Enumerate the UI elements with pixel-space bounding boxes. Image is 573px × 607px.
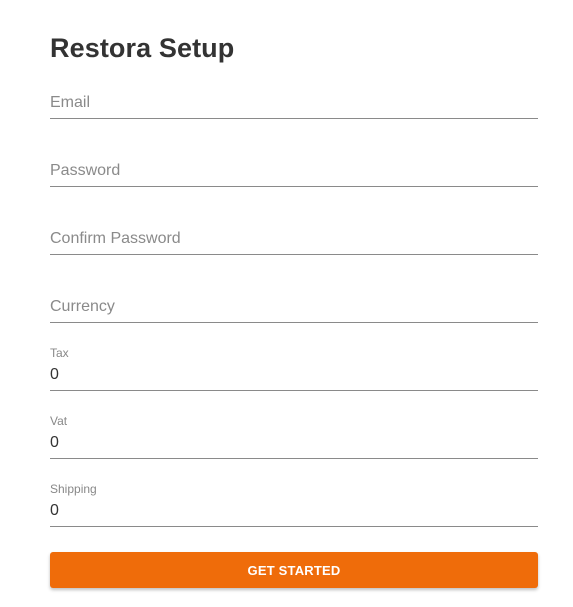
shipping-field[interactable]: Shipping 0 <box>50 481 538 527</box>
currency-input[interactable] <box>50 298 538 316</box>
confirm-password-input[interactable] <box>50 230 538 248</box>
password-input[interactable] <box>50 162 538 180</box>
email-input[interactable] <box>50 94 538 112</box>
confirm-password-field[interactable] <box>50 215 538 255</box>
tax-label: Tax <box>50 346 69 360</box>
shipping-value[interactable]: 0 <box>50 502 59 520</box>
vat-field[interactable]: Vat 0 <box>50 413 538 459</box>
password-field[interactable] <box>50 147 538 187</box>
vat-label: Vat <box>50 414 68 428</box>
tax-value[interactable]: 0 <box>50 366 59 384</box>
email-field[interactable] <box>50 79 538 119</box>
get-started-button[interactable]: GET STARTED <box>50 552 538 588</box>
page-title: Restora Setup <box>50 33 235 63</box>
currency-field[interactable] <box>50 283 538 323</box>
shipping-label: Shipping <box>50 482 97 496</box>
tax-field[interactable]: Tax 0 <box>50 345 538 391</box>
vat-value[interactable]: 0 <box>50 434 59 452</box>
setup-page: Restora Setup Tax 0 Vat 0 Shipping 0 GET… <box>0 0 573 607</box>
